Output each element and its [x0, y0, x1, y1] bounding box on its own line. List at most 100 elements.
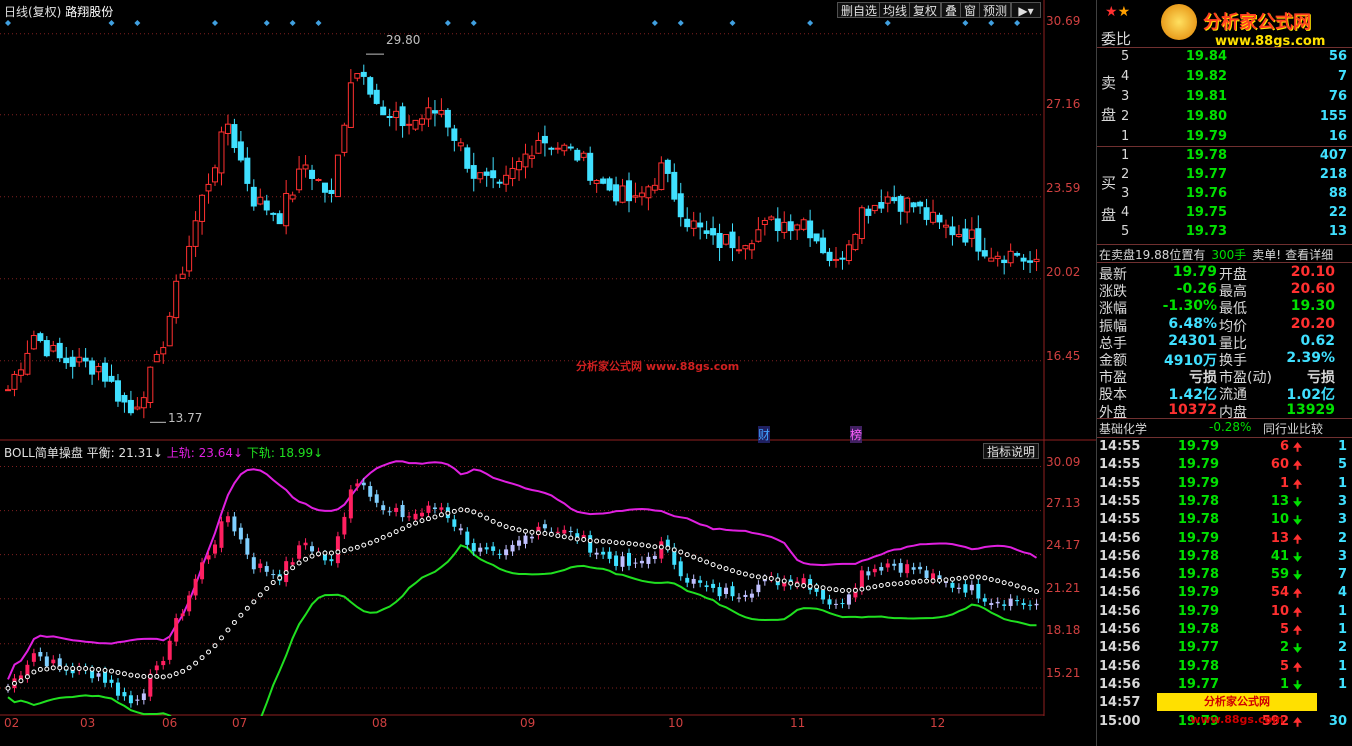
candle-body — [283, 192, 290, 227]
ind-candle-body — [491, 546, 496, 551]
sell-level-row[interactable]: 4 19.82 7 — [1097, 69, 1352, 87]
logo-flower-icon — [1161, 4, 1197, 40]
ind-candle-body — [213, 544, 217, 554]
mid-band-dot — [988, 576, 994, 582]
mid-band-dot — [303, 556, 309, 562]
sell-level-row[interactable]: 1 19.79 16 — [1097, 129, 1352, 147]
buy-level-row[interactable]: 1 19.78 407 — [1097, 148, 1352, 166]
mid-band-dot — [225, 627, 231, 633]
ind-candle-body — [924, 570, 929, 578]
tick-count: 5 — [1337, 457, 1347, 473]
notice-detail-link[interactable]: 查看详细 — [1285, 248, 1333, 262]
sell-level-row[interactable]: 3 19.81 76 — [1097, 89, 1352, 107]
ind-candle-body — [1008, 598, 1013, 607]
signal-diamond — [5, 20, 11, 26]
mid-band-dot — [328, 550, 334, 556]
mid-band-dot — [678, 549, 684, 555]
ind-candle-body — [956, 587, 961, 589]
tick-volume: 13 — [1270, 493, 1289, 509]
ind-candle-body — [724, 587, 729, 594]
mid-band-dot — [413, 520, 419, 526]
candle-body — [833, 258, 839, 261]
favorite-star-icon[interactable]: ★★ — [1105, 4, 1130, 20]
tick-count: 1 — [1337, 622, 1347, 637]
candle-body — [321, 182, 328, 193]
candle-body — [134, 406, 141, 410]
sell-level-row[interactable]: 5 19.84 56 — [1097, 49, 1352, 67]
tick-time: 14:55 — [1099, 512, 1141, 528]
mid-band-dot — [193, 660, 199, 666]
mid-band-dot — [425, 516, 431, 522]
order-notice[interactable]: 在卖盘19.88位置有 300手 卖单! 查看详细 — [1099, 246, 1333, 263]
buy-level-row[interactable]: 2 19.77 218 — [1097, 167, 1352, 185]
ind-tick: 27.13 — [1046, 496, 1081, 510]
mid-band-dot — [510, 525, 516, 531]
ind-candle-body — [374, 494, 379, 503]
candle-body — [276, 213, 283, 225]
sell-price: 19.80 — [1185, 109, 1227, 124]
ind-candle-body — [161, 660, 166, 666]
candle-body — [1014, 253, 1021, 256]
rank-event-icon[interactable]: 榜 — [850, 426, 863, 443]
mid-band-dot — [31, 669, 37, 675]
mid-band-dot — [400, 526, 406, 532]
chart-area[interactable]: 日线(复权) 路翔股份 删自选 均线 复权 叠 窗 预测 ▶▾ 30.69 27… — [0, 0, 1096, 746]
month-label: 06 — [162, 716, 178, 730]
candle-body — [755, 229, 762, 242]
mid-band-dot — [814, 584, 820, 590]
mid-band-dot — [361, 542, 367, 548]
sell-level-row[interactable]: 2 19.80 155 — [1097, 109, 1352, 127]
mid-band-dot — [141, 673, 147, 679]
buy-level-row[interactable]: 5 19.73 13 — [1097, 224, 1352, 242]
quote-value: 10372 — [1168, 401, 1217, 418]
sell-level: 1 — [1121, 129, 1130, 144]
quote-value: 24301 — [1168, 332, 1217, 349]
tick-time: 14:55 — [1099, 457, 1141, 473]
mid-band-dot — [316, 551, 321, 557]
mid-band-dot — [212, 643, 218, 649]
candle-body — [425, 107, 432, 120]
indicator-chart[interactable] — [0, 441, 1096, 716]
candle-body — [845, 244, 852, 262]
mid-band-dot — [270, 580, 276, 586]
buy-level-row[interactable]: 3 19.76 88 — [1097, 186, 1352, 204]
industry-compare-button[interactable]: 同行业比较 — [1263, 420, 1323, 437]
signal-diamond — [263, 20, 270, 26]
down-arrow-icon: 🠋 — [1293, 495, 1303, 509]
candle-body — [431, 110, 438, 114]
candle-body — [1027, 260, 1034, 263]
tick-row: 14:56 19.78 59 🠋 7 — [1097, 567, 1352, 585]
tick-time: 14:56 — [1099, 658, 1141, 674]
sell-volume: 155 — [1319, 109, 1347, 124]
ind-candle-body — [478, 547, 483, 552]
ind-candle-body — [911, 567, 916, 570]
mid-band-dot — [393, 529, 399, 535]
signal-diamond — [470, 20, 477, 26]
mid-band-dot — [891, 581, 897, 587]
tick-count: 1 — [1337, 676, 1347, 692]
tick-price: 19.79 — [1177, 530, 1219, 546]
tick-time: 14:55 — [1099, 439, 1141, 454]
mid-band-dot — [665, 545, 671, 551]
quote-row: 外盘 10372 内盘 13929 — [1097, 401, 1352, 421]
sector-name[interactable]: 基础化学 — [1099, 420, 1147, 437]
ind-candle-body — [607, 551, 612, 559]
finance-event-icon[interactable]: 财 — [758, 426, 771, 443]
indicator-help-button[interactable]: 指标说明 — [983, 443, 1040, 459]
candle-body — [735, 249, 742, 252]
tick-price: 19.78 — [1177, 493, 1219, 509]
candle-body — [347, 82, 354, 128]
buy-price: 19.73 — [1185, 224, 1227, 239]
candle-body — [865, 208, 872, 216]
mid-band-dot — [730, 568, 735, 574]
tick-count: 3 — [1337, 512, 1347, 528]
price-chart[interactable] — [0, 0, 1096, 441]
candle-body — [477, 172, 484, 180]
tick-time: 15:00 — [1099, 713, 1141, 729]
candle-body — [218, 131, 225, 174]
ind-candle-body — [1015, 600, 1020, 602]
candle-body — [554, 147, 561, 150]
candle-body — [548, 147, 555, 150]
ind-candle-body — [439, 507, 444, 510]
buy-level-row[interactable]: 4 19.75 22 — [1097, 205, 1352, 223]
